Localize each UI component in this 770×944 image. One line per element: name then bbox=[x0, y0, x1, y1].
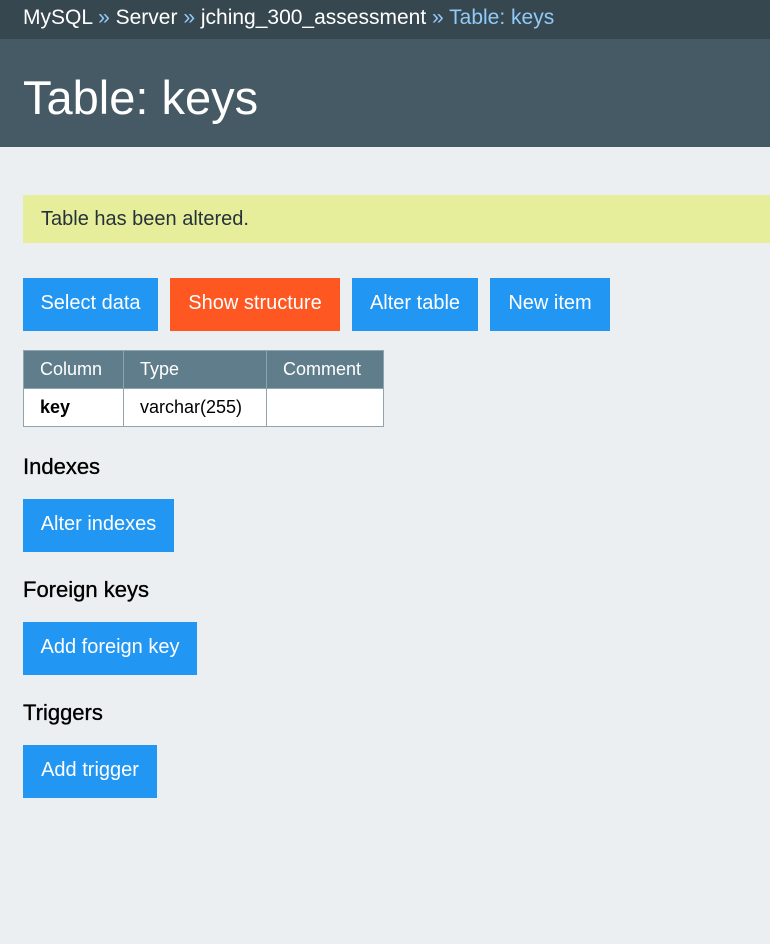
column-header-column: Column bbox=[23, 350, 124, 389]
page-header: Table: keys bbox=[0, 39, 770, 147]
new-item-button[interactable]: New item bbox=[490, 278, 610, 331]
table-row: key varchar(255) bbox=[23, 388, 384, 427]
column-name-cell: key bbox=[23, 388, 124, 427]
triggers-heading: Triggers bbox=[23, 700, 103, 725]
columns-table: Column Type Comment key varchar(255) bbox=[23, 350, 384, 427]
add-trigger-button[interactable]: Add trigger bbox=[23, 745, 157, 798]
show-structure-button[interactable]: Show structure bbox=[170, 278, 340, 331]
column-comment-cell bbox=[266, 388, 384, 427]
breadcrumb-link-database[interactable]: jching_300_assessment bbox=[201, 6, 426, 29]
breadcrumb-separator: » bbox=[98, 6, 110, 29]
table-header-row: Column Type Comment bbox=[23, 350, 384, 389]
indexes-heading: Indexes bbox=[23, 454, 101, 479]
breadcrumb-current: Table: keys bbox=[449, 6, 555, 29]
breadcrumb-separator: » bbox=[432, 6, 444, 29]
breadcrumb-link-mysql[interactable]: MySQL bbox=[23, 6, 92, 29]
add-foreign-key-button[interactable]: Add foreign key bbox=[23, 622, 197, 675]
column-type-cell: varchar(255) bbox=[123, 388, 267, 427]
column-header-type: Type bbox=[123, 350, 267, 389]
column-header-comment: Comment bbox=[266, 350, 384, 389]
breadcrumb-separator: » bbox=[183, 6, 195, 29]
page-title: Table: keys bbox=[23, 71, 259, 124]
alter-table-button[interactable]: Alter table bbox=[352, 278, 478, 331]
breadcrumb: MySQL » Server » jching_300_assessment »… bbox=[0, 0, 770, 39]
foreign-keys-heading: Foreign keys bbox=[23, 577, 149, 602]
status-message: Table has been altered. bbox=[23, 195, 770, 243]
alter-indexes-button[interactable]: Alter indexes bbox=[23, 499, 174, 552]
breadcrumb-link-server[interactable]: Server bbox=[116, 6, 178, 29]
select-data-button[interactable]: Select data bbox=[23, 278, 158, 331]
